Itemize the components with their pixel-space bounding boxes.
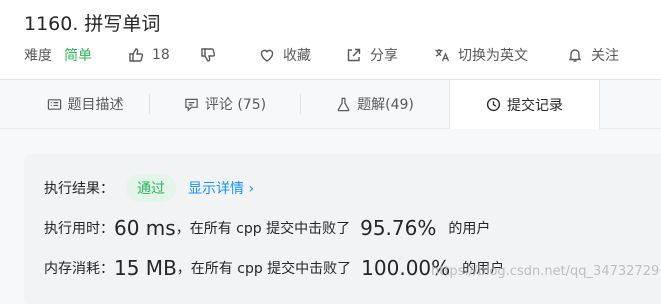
memory-text: ，在所有 cpp 提交中击败了: [176, 261, 352, 277]
memory-value: 15 MB: [114, 256, 177, 280]
bell-icon: [568, 49, 582, 62]
switch-language-label: 切换为英文: [458, 48, 528, 64]
tab-bar: 题目描述 评论 (75) 题解(49) 提交记录: [0, 80, 661, 129]
submission-result-card: 执行结果： 通过 显示详情 › 执行用时： 60 ms ，在所有 cpp 提交中…: [24, 154, 661, 304]
runtime-text: ，在所有 cpp 提交中击败了: [175, 221, 351, 237]
status-label: 执行结果：: [44, 181, 114, 197]
tab-submissions-label: 提交记录: [507, 97, 563, 114]
collect-label: 收藏: [283, 48, 311, 64]
description-icon: [47, 98, 61, 110]
thumbs-down-icon: [201, 48, 216, 62]
difficulty-label: 难度: [24, 48, 52, 64]
comment-icon: [185, 98, 198, 111]
follow-button[interactable]: 关注: [567, 44, 619, 66]
problem-title: 1160. 拼写单词: [24, 13, 161, 35]
share-icon: [347, 48, 361, 62]
heart-icon: [260, 49, 274, 62]
collect-button[interactable]: 收藏: [259, 44, 311, 66]
runtime-value: 60 ms: [114, 216, 176, 240]
tab-description[interactable]: 题目描述: [20, 80, 150, 128]
show-details-link[interactable]: 显示详情 ›: [188, 178, 254, 198]
runtime-percentile: 95.76%: [360, 216, 437, 240]
share-label: 分享: [370, 48, 398, 64]
status-row: 执行结果： 通过 显示详情 ›: [44, 174, 254, 202]
share-button[interactable]: 分享: [346, 44, 398, 66]
clock-icon: [486, 97, 501, 112]
runtime-label: 执行用时：: [44, 221, 114, 237]
tab-comments-label: 评论 (75): [204, 97, 267, 113]
switch-language-button[interactable]: 切换为英文: [434, 44, 528, 66]
status-badge: 通过: [126, 174, 176, 202]
runtime-row: 执行用时： 60 ms ，在所有 cpp 提交中击败了 95.76% 的用户: [44, 216, 490, 240]
thumbs-up-icon: [129, 48, 144, 62]
watermark: https://blog.csdn.net/qq_34732729: [431, 264, 660, 279]
translate-icon: [435, 49, 450, 62]
difficulty: 难度 简单: [24, 44, 92, 66]
tab-submissions[interactable]: 提交记录: [449, 80, 600, 129]
dislike-button[interactable]: [200, 44, 224, 66]
tab-solutions[interactable]: 题解(49): [300, 80, 450, 128]
runtime-suffix: 的用户: [448, 221, 491, 237]
tab-solutions-label: 题解(49): [357, 97, 414, 113]
problem-header: 1160. 拼写单词 难度 简单 18 收藏 分享 切换为英文 关注: [0, 0, 661, 80]
flask-icon: [337, 97, 350, 111]
like-count: 18: [152, 47, 170, 63]
difficulty-value: 简单: [64, 48, 92, 64]
tab-description-label: 题目描述: [67, 97, 124, 113]
tab-comments[interactable]: 评论 (75): [150, 80, 300, 128]
like-button[interactable]: 18: [128, 44, 170, 66]
follow-label: 关注: [591, 48, 619, 64]
memory-label: 内存消耗：: [44, 261, 114, 277]
